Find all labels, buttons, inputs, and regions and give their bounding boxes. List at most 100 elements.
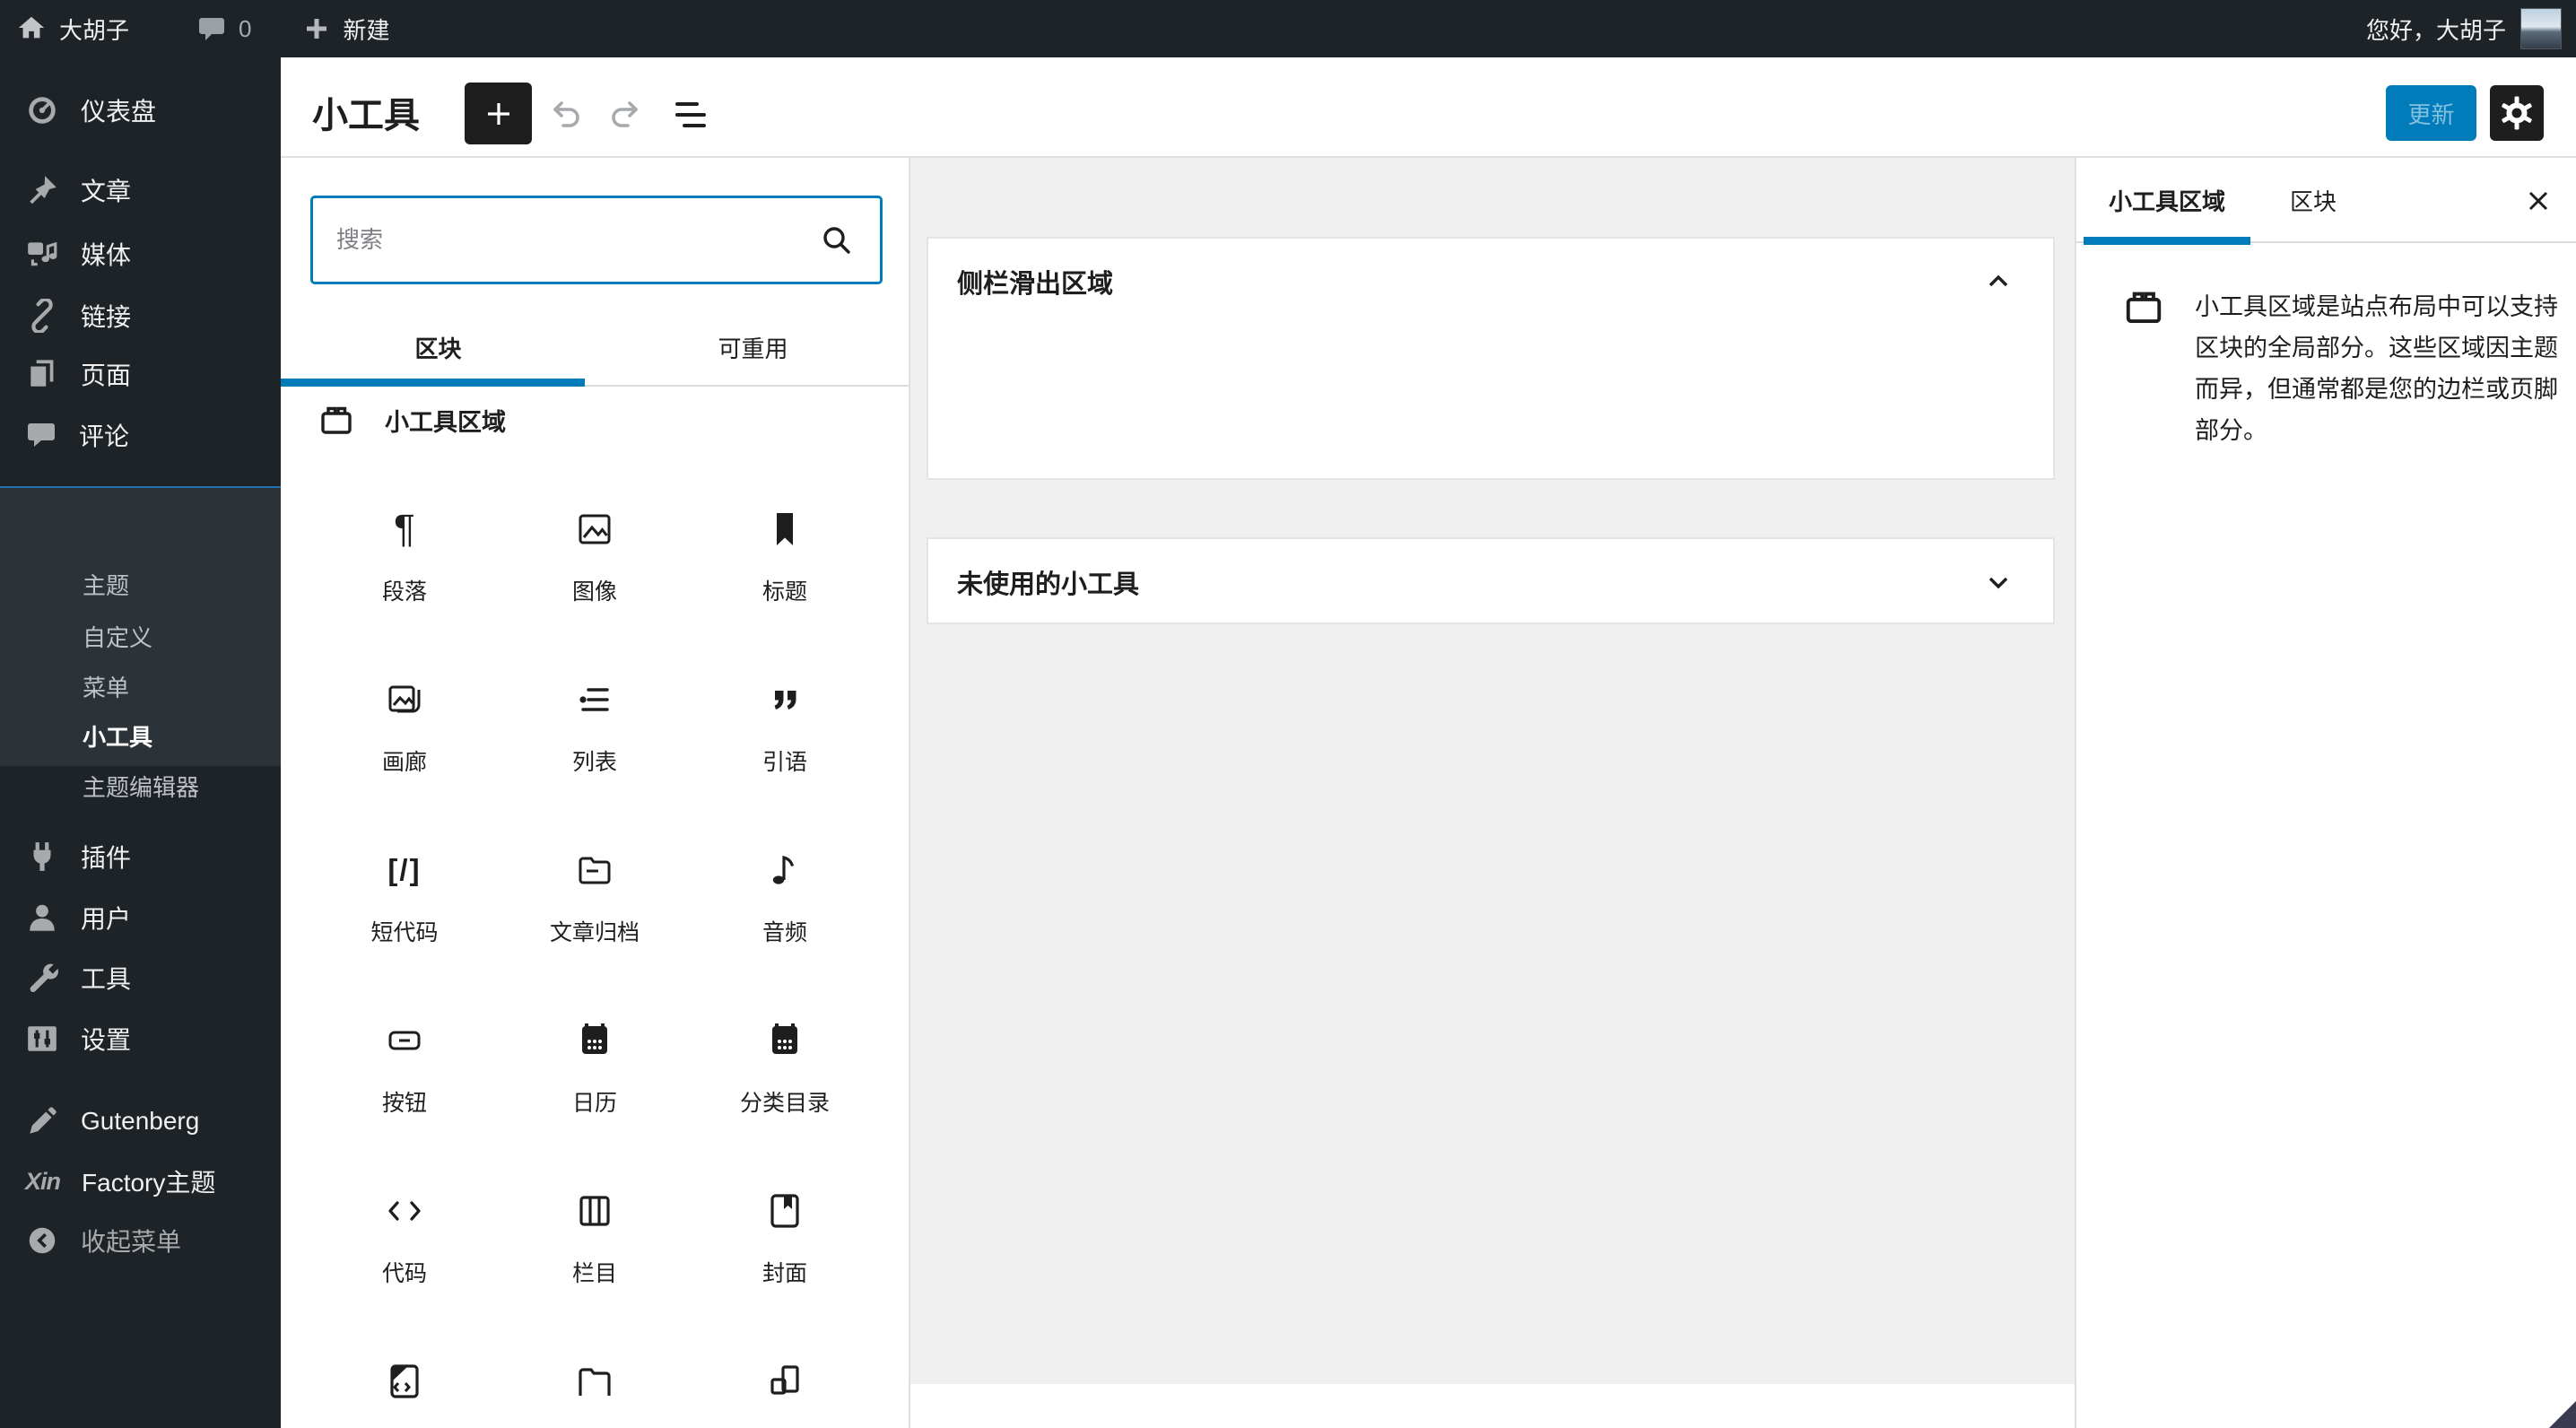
sidebar-item-links[interactable]: 链接 — [0, 285, 281, 346]
block-cover[interactable]: 封面 — [690, 1162, 880, 1333]
widgets-canvas: 侧栏滑出区域 未使用的小工具 — [910, 158, 2075, 1384]
block-inserter-toggle-button[interactable] — [465, 83, 532, 144]
block-custom-html[interactable] — [309, 1333, 500, 1428]
submenu-item-widgets[interactable]: 小工具 — [0, 710, 281, 762]
block-list[interactable]: 列表 — [500, 651, 690, 822]
gear-icon — [2502, 96, 2532, 130]
inserter-tabs: 区块 可重用 — [281, 309, 909, 387]
page-title: 小工具 — [312, 96, 420, 135]
search-input[interactable] — [336, 226, 817, 254]
widget-areas-description: 小工具区域是站点布局中可以支持区块的全局部分。这些区域因主题而异，但通常都是您的… — [2195, 293, 2558, 444]
site-name: 大胡子 — [59, 16, 130, 44]
settings-button[interactable] — [2490, 85, 2544, 141]
close-icon — [2528, 191, 2548, 211]
sidebar-item-users[interactable]: 用户 — [0, 887, 281, 948]
chevron-down-icon[interactable] — [1981, 565, 2015, 599]
search-box — [310, 196, 883, 284]
comment-bubble-icon — [197, 14, 226, 43]
tab-reusable[interactable]: 可重用 — [596, 309, 909, 385]
tab-widget-areas[interactable]: 小工具区域 — [2076, 158, 2258, 245]
widget-area-sidebar-slideout: 侧栏滑出区域 — [927, 237, 2055, 480]
settings-sidebar-tabs: 小工具区域 区块 — [2076, 158, 2576, 245]
admin-bar-comments[interactable]: 0 — [181, 0, 267, 57]
chevron-up-icon[interactable] — [1981, 265, 2015, 299]
block-gallery[interactable]: 画廊 — [309, 651, 500, 822]
block-categories[interactable]: 分类目录 — [690, 992, 880, 1162]
settings-sidebar: 小工具区域 区块 小工具区域是站点布局中可以支持区块的全局部分。这些区域因主题而… — [2075, 158, 2576, 1428]
block-quote[interactable]: 引语 — [690, 651, 880, 822]
sidebar-item-pages[interactable]: 页面 — [0, 344, 281, 405]
greeting-text[interactable]: 您好，大胡子 — [2366, 13, 2506, 46]
widget-area-inactive: 未使用的小工具 — [927, 537, 2055, 624]
widget-area-header[interactable]: 未使用的小工具 — [928, 539, 2053, 625]
block-shortcode[interactable]: [/] 短代码 — [309, 822, 500, 992]
list-icon — [573, 678, 616, 721]
editor-header: 小工具 更新 — [281, 57, 2576, 158]
submenu-item-customize[interactable]: 自定义 — [0, 610, 281, 662]
sidebar-item-settings[interactable]: 设置 — [0, 1008, 281, 1069]
paragraph-icon: ¶ — [394, 507, 415, 551]
audio-note-icon — [763, 849, 806, 892]
shortcode-icon: [/] — [387, 853, 422, 886]
block-calendar[interactable]: 日历 — [500, 992, 690, 1162]
block-file[interactable] — [500, 1333, 690, 1428]
code-icon — [383, 1189, 426, 1232]
media-text-icon — [763, 1360, 806, 1403]
block-paragraph[interactable]: ¶ 段落 — [309, 481, 500, 651]
calendar-icon — [573, 1019, 616, 1062]
submenu-item-themes[interactable]: 主题 — [0, 558, 281, 610]
block-media-text[interactable] — [690, 1333, 880, 1428]
sidebar-item-collapse-menu[interactable]: 收起菜单 — [0, 1210, 281, 1271]
sidebar-item-plugins[interactable]: 插件 — [0, 826, 281, 887]
list-view-icon — [675, 102, 706, 127]
folder-icon — [573, 1360, 616, 1403]
sidebar-item-gutenberg[interactable]: Gutenberg — [0, 1091, 281, 1152]
comments-count: 0 — [239, 14, 252, 42]
sidebar-item-tools[interactable]: 工具 — [0, 947, 281, 1008]
update-button[interactable]: 更新 — [2386, 85, 2476, 141]
close-settings-button[interactable] — [2517, 179, 2560, 222]
block-image[interactable]: 图像 — [500, 481, 690, 651]
admin-menu: 仪表盘 文章 媒体 链接 页面 评论 外观 主题 自定义 菜单 小工具 主题编辑… — [0, 57, 282, 1428]
submenu-item-menus[interactable]: 菜单 — [0, 660, 281, 712]
admin-bar: 大胡子 0 新建 您好，大胡子 — [0, 0, 2576, 57]
image-icon — [573, 508, 616, 551]
tab-blocks[interactable]: 区块 — [281, 309, 596, 387]
avatar[interactable] — [2520, 8, 2562, 49]
tab-block[interactable]: 区块 — [2258, 158, 2369, 243]
sidebar-item-dashboard[interactable]: 仪表盘 — [0, 80, 281, 141]
undo-button[interactable] — [539, 93, 589, 136]
submenu-item-theme-editor[interactable]: 主题编辑器 — [0, 760, 281, 812]
block-archives[interactable]: 文章归档 — [500, 822, 690, 992]
block-heading[interactable]: 标题 — [690, 481, 880, 651]
redo-icon — [612, 101, 638, 127]
widget-area-icon — [2123, 286, 2164, 451]
widget-area-icon — [318, 402, 354, 438]
admin-bar-site-link[interactable]: 大胡子 — [0, 0, 145, 57]
new-label: 新建 — [343, 16, 390, 44]
undo-icon — [553, 101, 579, 127]
block-audio[interactable]: 音频 — [690, 822, 880, 992]
button-icon — [383, 1019, 426, 1062]
sidebar-item-posts[interactable]: 文章 — [0, 160, 281, 221]
sidebar-item-comments[interactable]: 评论 — [0, 405, 281, 466]
block-code[interactable]: 代码 — [309, 1162, 500, 1333]
list-view-button[interactable] — [665, 93, 715, 136]
redo-button[interactable] — [602, 93, 652, 136]
sidebar-item-media[interactable]: 媒体 — [0, 223, 281, 284]
widget-area-header[interactable]: 侧栏滑出区域 — [928, 239, 2053, 325]
xin-logo: Xin — [25, 1167, 61, 1195]
plus-icon — [303, 15, 330, 42]
sidebar-item-factory-theme[interactable]: Xin Factory主题 — [0, 1151, 281, 1212]
block-columns[interactable]: 栏目 — [500, 1162, 690, 1333]
archives-folder-icon — [573, 849, 616, 892]
columns-icon — [573, 1189, 616, 1232]
quote-icon — [763, 678, 806, 721]
admin-bar-new[interactable]: 新建 — [287, 0, 405, 57]
plus-icon — [481, 96, 517, 132]
search-icon — [817, 221, 857, 260]
categories-icon — [763, 1019, 806, 1062]
appearance-submenu: 主题 自定义 菜单 小工具 主题编辑器 — [0, 488, 281, 801]
widget-areas-description-row: 小工具区域是站点布局中可以支持区块的全局部分。这些区域因主题而异，但通常都是您的… — [2076, 245, 2576, 451]
block-buttons[interactable]: 按钮 — [309, 992, 500, 1162]
